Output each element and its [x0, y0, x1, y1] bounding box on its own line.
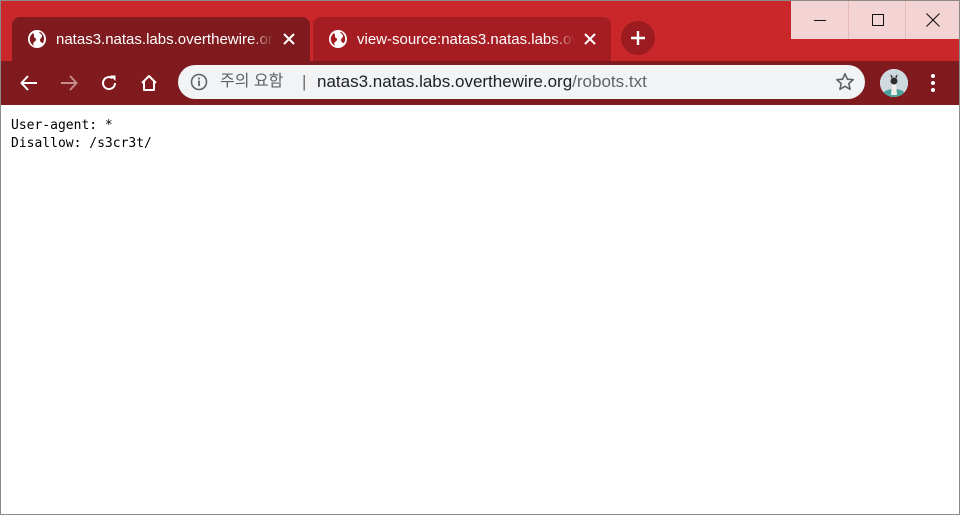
- address-bar[interactable]: 주의 요함 | natas3.natas.labs.overthewire.or…: [178, 65, 865, 99]
- profile-avatar[interactable]: [880, 69, 908, 97]
- tab-strip: natas3.natas.labs.overthewire.org/robots…: [1, 1, 959, 61]
- arrow-right-icon: [61, 75, 78, 91]
- robots-txt-text: User-agent: * Disallow: /s3cr3t/: [11, 117, 152, 153]
- globe-icon: [329, 30, 347, 48]
- reload-button[interactable]: [94, 68, 124, 98]
- arrow-left-icon: [20, 75, 37, 91]
- url-text[interactable]: natas3.natas.labs.overthewire.org/robots…: [317, 65, 647, 99]
- tab-title: view-source:natas3.natas.labs.overthewir…: [357, 29, 575, 51]
- globe-icon: [28, 30, 46, 48]
- tab-robots-txt[interactable]: natas3.natas.labs.overthewire.org/robots…: [12, 17, 310, 61]
- back-button[interactable]: [14, 68, 44, 98]
- star-icon[interactable]: [835, 72, 855, 92]
- menu-button[interactable]: [921, 69, 945, 97]
- omnibox-separator: |: [302, 72, 307, 91]
- url-host: natas3.natas.labs.overthewire.org: [317, 72, 573, 91]
- tab-view-source[interactable]: view-source:natas3.natas.labs.overthewir…: [313, 17, 611, 61]
- close-icon: [926, 13, 940, 27]
- tab-close-button[interactable]: [579, 28, 601, 50]
- avatar-image: [880, 69, 908, 97]
- window-close-button[interactable]: [905, 1, 959, 39]
- browser-window: natas3.natas.labs.overthewire.org/robots…: [0, 0, 960, 515]
- plus-icon: [631, 31, 645, 45]
- info-icon[interactable]: [190, 73, 208, 91]
- security-status-label[interactable]: 주의 요함: [220, 65, 283, 99]
- new-tab-button[interactable]: [621, 21, 655, 55]
- kebab-menu-icon: [931, 74, 935, 92]
- page-content: User-agent: * Disallow: /s3cr3t/: [1, 105, 959, 514]
- url-path: /robots.txt: [572, 72, 647, 91]
- close-icon: [584, 33, 596, 45]
- minimize-icon: [813, 20, 826, 21]
- reload-icon: [102, 75, 117, 91]
- home-button[interactable]: [134, 68, 164, 98]
- tab-title: natas3.natas.labs.overthewire.org/robots…: [56, 29, 274, 51]
- close-icon: [283, 33, 295, 45]
- forward-button[interactable]: [54, 68, 84, 98]
- maximize-icon: [871, 14, 884, 26]
- browser-toolbar: 주의 요함 | natas3.natas.labs.overthewire.or…: [1, 61, 959, 105]
- tab-close-button[interactable]: [278, 28, 300, 50]
- minimize-button[interactable]: [791, 1, 848, 39]
- text-line: Disallow: /s3cr3t/: [11, 136, 152, 151]
- home-icon: [141, 75, 157, 91]
- maximize-button[interactable]: [848, 1, 906, 39]
- text-line: User-agent: *: [11, 118, 113, 133]
